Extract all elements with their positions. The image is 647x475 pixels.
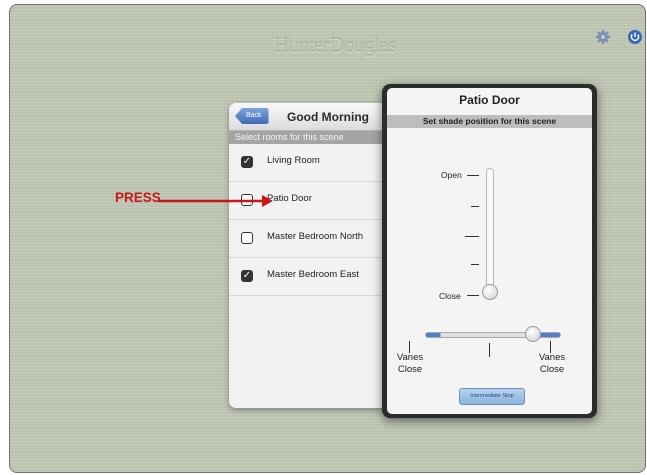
room-label: Master Bedroom East — [267, 269, 359, 280]
room-item-master-bedroom-east[interactable]: ✓ Master Bedroom East — [229, 258, 399, 296]
press-arrow-icon — [158, 195, 273, 207]
room-label: Patio Door — [267, 193, 312, 204]
room-label: Master Bedroom North — [267, 231, 364, 242]
tick-close — [467, 295, 479, 296]
scene-rooms-panel: Back Good Morning Select rooms for this … — [229, 103, 399, 408]
close-label: Close — [439, 291, 461, 301]
room-item-master-bedroom-north[interactable]: Master Bedroom North — [229, 220, 399, 258]
room-label: Living Room — [267, 155, 320, 166]
room-checkbox[interactable]: ✓ — [241, 156, 253, 168]
patio-door-content: Patio Door Set shade position for this s… — [387, 88, 592, 414]
gear-icon[interactable] — [595, 29, 611, 45]
intermediate-stop-button[interactable]: Intermediate Stop — [459, 388, 525, 405]
room-item-living-room[interactable]: ✓ Living Room — [229, 144, 399, 182]
vane-tick-center — [489, 343, 490, 357]
room-checkbox[interactable] — [241, 232, 253, 244]
popover-title: Patio Door — [459, 93, 520, 107]
tick-mark — [471, 206, 479, 207]
tick-open — [467, 175, 479, 176]
popover-subtitle: Set shade position for this scene — [387, 115, 592, 128]
vane-slider-knob[interactable] — [525, 326, 541, 342]
vanes-close-left-label: Vanes Close — [396, 352, 424, 375]
open-label: Open — [441, 170, 462, 180]
press-annotation-label: PRESS — [115, 190, 161, 205]
vanes-close-right-label: Vanes Close — [538, 352, 566, 375]
tick-mark — [471, 264, 479, 265]
scene-subtitle: Select rooms for this scene — [229, 131, 399, 144]
power-icon[interactable] — [627, 29, 643, 45]
shade-position-slider[interactable] — [486, 168, 494, 295]
scene-title: Good Morning — [287, 110, 369, 124]
brand-logo: HunterDouglas — [274, 33, 396, 57]
tick-mark — [465, 236, 479, 237]
patio-door-popover: Patio Door Set shade position for this s… — [382, 84, 597, 418]
room-checkbox[interactable]: ✓ — [241, 270, 253, 282]
scene-header: Back Good Morning — [229, 103, 399, 131]
shade-slider-knob[interactable] — [482, 284, 498, 300]
back-button[interactable]: Back — [235, 108, 269, 124]
